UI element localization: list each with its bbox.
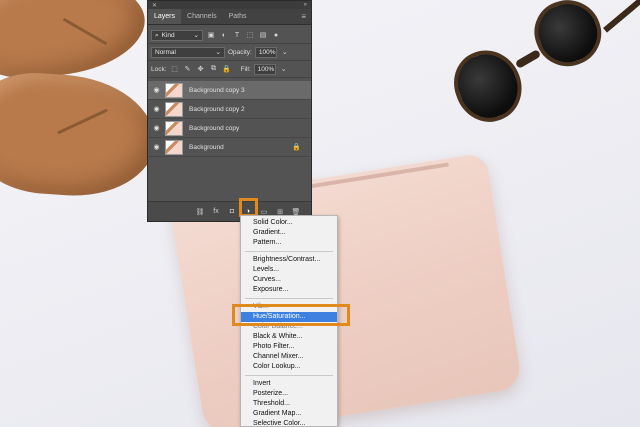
menu-item-color-lookup[interactable]: Color Lookup... xyxy=(241,362,337,372)
tab-channels[interactable]: Channels xyxy=(181,9,223,24)
lock-image-icon[interactable]: ✎ xyxy=(183,64,193,74)
collapse-icon[interactable]: » xyxy=(304,2,307,8)
lock-icon: 🔒 xyxy=(292,144,301,151)
layer-thumbnail xyxy=(165,101,183,117)
chevron-down-icon[interactable]: ⌄ xyxy=(279,64,289,74)
layer-list: ◉ Background copy 3 ◉ Background copy 2 … xyxy=(148,81,311,157)
filter-toggle-icon[interactable]: ● xyxy=(271,30,281,40)
layer-name: Background xyxy=(189,143,224,151)
menu-item-posterize[interactable]: Posterize... xyxy=(241,389,337,399)
menu-item-brightness-contrast[interactable]: Brightness/Contrast... xyxy=(241,255,337,265)
pixel-filter-icon[interactable]: ▣ xyxy=(206,30,216,40)
menu-item-pattern[interactable]: Pattern... xyxy=(241,238,337,248)
menu-item-exposure[interactable]: Exposure... xyxy=(241,285,337,295)
chevron-down-icon[interactable]: ⌄ xyxy=(280,47,290,57)
layer-row[interactable]: ◉ Background copy 2 xyxy=(148,100,311,119)
shape-filter-icon[interactable]: ⬚ xyxy=(245,30,255,40)
menu-item-selective-color[interactable]: Selective Color... xyxy=(241,419,337,427)
lock-all-icon[interactable]: 🔒 xyxy=(222,64,232,74)
menu-item-channel-mixer[interactable]: Channel Mixer... xyxy=(241,352,337,362)
layer-row[interactable]: ◉ Background 🔒 xyxy=(148,138,311,157)
layer-thumbnail xyxy=(165,120,183,136)
kind-filter-label: Kind xyxy=(161,31,175,39)
search-icon: ⌕ xyxy=(155,31,159,39)
filter-row: ⌕ Kind ⌄ ▣ ◐ T ⬚ ▤ ● xyxy=(148,27,311,43)
close-icon[interactable]: ✕ xyxy=(152,2,157,9)
menu-item-photo-filter[interactable]: Photo Filter... xyxy=(241,342,337,352)
layer-thumbnail xyxy=(165,82,183,98)
link-icon[interactable]: ⛓ xyxy=(195,208,205,216)
eye-icon[interactable]: ◉ xyxy=(148,86,165,94)
blend-mode-select[interactable]: Normal ⌄ xyxy=(151,46,225,58)
menu-divider xyxy=(245,375,333,376)
panel-title-bar[interactable]: ✕ » xyxy=(148,1,311,9)
menu-item-solid-color[interactable]: Solid Color... xyxy=(241,218,337,228)
tab-layers[interactable]: Layers xyxy=(148,9,182,24)
adjustment-filter-icon[interactable]: ◐ xyxy=(219,30,229,40)
layer-thumbnail xyxy=(165,139,183,155)
layer-name: Background copy 2 xyxy=(189,105,245,113)
fill-label: Fill: xyxy=(240,65,251,73)
layer-row[interactable]: ◉ Background copy 3 xyxy=(148,81,311,100)
fill-value: 100% xyxy=(257,65,275,73)
panel-menu-icon[interactable]: ≡ xyxy=(296,9,311,24)
menu-item-curves[interactable]: Curves... xyxy=(241,275,337,285)
menu-item-gradient[interactable]: Gradient... xyxy=(241,228,337,238)
opacity-label: Opacity: xyxy=(228,48,252,56)
mask-icon[interactable]: ◘ xyxy=(227,208,237,215)
opacity-value: 100% xyxy=(258,48,276,56)
kind-filter-select[interactable]: ⌕ Kind ⌄ xyxy=(151,29,203,41)
fill-input[interactable]: 100% xyxy=(253,63,276,75)
chevron-down-icon: ⌄ xyxy=(215,48,221,56)
chevron-down-icon: ⌄ xyxy=(193,31,199,39)
menu-item-black-white[interactable]: Black & White... xyxy=(241,332,337,342)
menu-item-levels[interactable]: Levels... xyxy=(241,265,337,275)
smart-object-filter-icon[interactable]: ▤ xyxy=(258,30,268,40)
lock-row: Lock: ⬚ ✎ ✥ ⧉ 🔒 Fill: 100% ⌄ xyxy=(148,61,311,77)
menu-item-invert[interactable]: Invert xyxy=(241,379,337,389)
lock-transparent-icon[interactable]: ⬚ xyxy=(170,64,180,74)
layer-name: Background copy 3 xyxy=(189,86,245,94)
layer-row[interactable]: ◉ Background copy xyxy=(148,119,311,138)
blend-row: Normal ⌄ Opacity: 100% ⌄ xyxy=(148,44,311,60)
menu-divider xyxy=(245,251,333,252)
menu-item-gradient-map[interactable]: Gradient Map... xyxy=(241,409,337,419)
divider xyxy=(148,77,311,78)
lock-artboard-icon[interactable]: ⧉ xyxy=(209,64,219,74)
eye-icon[interactable]: ◉ xyxy=(148,105,165,113)
highlight-outline xyxy=(232,304,350,326)
tab-paths[interactable]: Paths xyxy=(223,9,253,24)
panel-tabs: Layers Channels Paths ≡ xyxy=(148,9,311,25)
layers-panel: ✕ » Layers Channels Paths ≡ ⌕ Kind ⌄ ▣ ◐… xyxy=(147,0,312,222)
layer-name: Background copy xyxy=(189,124,240,132)
eye-icon[interactable]: ◉ xyxy=(148,124,165,132)
menu-item-threshold[interactable]: Threshold... xyxy=(241,399,337,409)
eye-icon[interactable]: ◉ xyxy=(148,143,165,151)
opacity-input[interactable]: 100% xyxy=(254,46,277,58)
menu-divider xyxy=(245,298,333,299)
lock-label: Lock: xyxy=(151,65,167,73)
lock-position-icon[interactable]: ✥ xyxy=(196,64,206,74)
fx-icon[interactable]: fx xyxy=(211,208,221,215)
type-filter-icon[interactable]: T xyxy=(232,30,242,40)
blend-mode-value: Normal xyxy=(155,48,176,56)
